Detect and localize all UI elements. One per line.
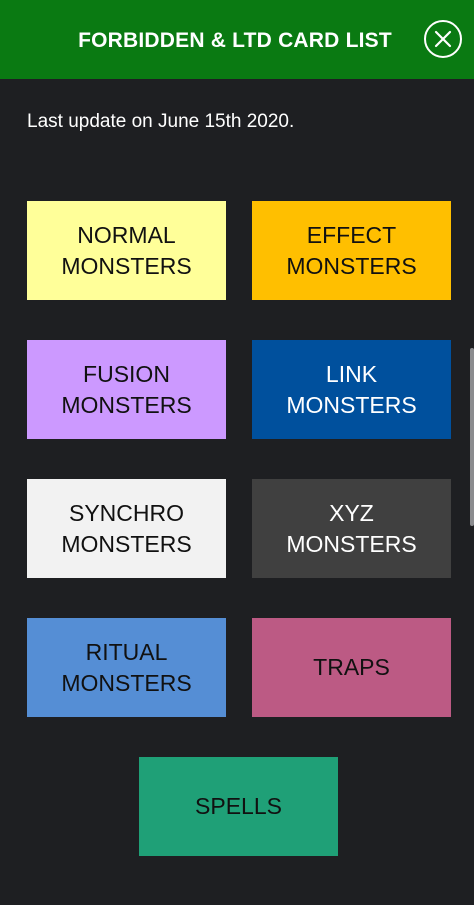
link-monsters-label: LINK MONSTERS bbox=[286, 360, 417, 418]
effect-monsters-label: EFFECT MONSTERS bbox=[286, 221, 417, 279]
link-monsters-button[interactable]: LINK MONSTERS bbox=[252, 340, 451, 439]
xyz-monsters-label: XYZ MONSTERS bbox=[286, 499, 417, 557]
fusion-monsters-label: FUSION MONSTERS bbox=[61, 360, 192, 418]
spells-button[interactable]: SPELLS bbox=[139, 757, 338, 856]
last-update-text: Last update on June 15th 2020. bbox=[27, 111, 295, 132]
scrollbar[interactable] bbox=[470, 348, 474, 526]
synchro-monsters-button[interactable]: SYNCHRO MONSTERS bbox=[27, 479, 226, 578]
app-header: FORBIDDEN & LTD CARD LIST bbox=[0, 0, 474, 79]
traps-label: TRAPS bbox=[313, 654, 390, 680]
ritual-monsters-label: RITUAL MONSTERS bbox=[61, 638, 192, 696]
close-icon bbox=[434, 30, 452, 48]
traps-button[interactable]: TRAPS bbox=[252, 618, 451, 717]
fusion-monsters-button[interactable]: FUSION MONSTERS bbox=[27, 340, 226, 439]
page-title: FORBIDDEN & LTD CARD LIST bbox=[78, 29, 392, 52]
spells-label: SPELLS bbox=[195, 793, 282, 819]
normal-monsters-button[interactable]: NORMAL MONSTERS bbox=[27, 201, 226, 300]
close-button[interactable] bbox=[424, 20, 462, 58]
synchro-monsters-label: SYNCHRO MONSTERS bbox=[61, 499, 192, 557]
normal-monsters-label: NORMAL MONSTERS bbox=[61, 221, 192, 279]
effect-monsters-button[interactable]: EFFECT MONSTERS bbox=[252, 201, 451, 300]
ritual-monsters-button[interactable]: RITUAL MONSTERS bbox=[27, 618, 226, 717]
xyz-monsters-button[interactable]: XYZ MONSTERS bbox=[252, 479, 451, 578]
